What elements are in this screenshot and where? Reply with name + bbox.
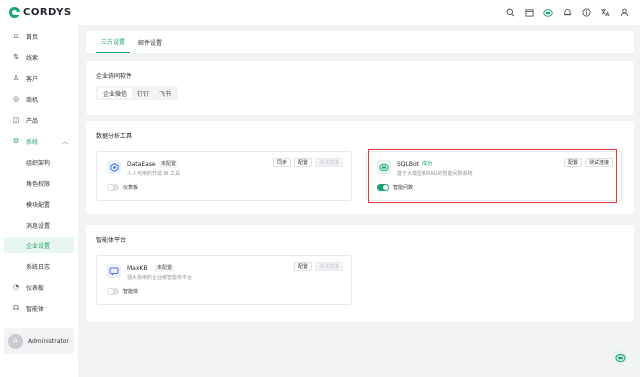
- sidebar-subitem-label: 角色权限: [26, 180, 51, 188]
- product-icon: ◫: [12, 116, 20, 124]
- sync-button[interactable]: 同步: [272, 158, 291, 167]
- user-name: Administrator: [28, 337, 69, 345]
- sidebar-item-label: 产品: [26, 117, 39, 125]
- dataease-icon: [107, 160, 121, 174]
- agent-icon: ☊: [12, 304, 20, 312]
- sidebar-item-label: 系统: [26, 138, 39, 146]
- search-icon[interactable]: [505, 7, 515, 17]
- test-connection-button[interactable]: 测试连接: [314, 158, 343, 167]
- agent-toggle[interactable]: [107, 288, 119, 295]
- collab-segmented-control: 企业微信 钉钉 飞书: [96, 86, 179, 100]
- dataease-card: DataEase 未配置 人人可用的开源 BI 工具 同步 配置 测试连接 仪表…: [96, 151, 352, 201]
- sidebar-subitem-logs[interactable]: 系统日志: [0, 258, 78, 274]
- app-logo[interactable]: CORDYS: [9, 7, 72, 18]
- card-description: 强大易用的企业级智能体平台: [127, 275, 193, 281]
- opportunity-icon: ◎: [12, 95, 20, 103]
- sidebar-item-opportunities[interactable]: ◎ 商机: [0, 91, 78, 107]
- option-dingtalk[interactable]: 钉钉: [132, 88, 154, 98]
- sidebar-subitem-label: 模块配置: [26, 201, 51, 209]
- sidebar-subitem-roles[interactable]: 角色权限: [0, 175, 78, 191]
- calendar-icon[interactable]: [524, 7, 534, 17]
- card-name: MaxKB: [127, 265, 148, 272]
- sqlbot-float-button[interactable]: [613, 350, 627, 364]
- sidebar-subitem-label: 系统日志: [26, 263, 51, 271]
- avatar: A: [8, 333, 23, 349]
- status-badge: 未配置: [159, 161, 179, 168]
- info-icon[interactable]: [581, 7, 591, 17]
- user-profile[interactable]: A Administrator: [4, 328, 74, 354]
- card-description: 人人可用的开源 BI 工具: [127, 171, 181, 177]
- sidebar-subitem-messages[interactable]: 消息设置: [0, 217, 78, 233]
- sidebar-item-agent[interactable]: ☊ 智能体: [0, 300, 78, 316]
- sidebar-subitem-enterprise[interactable]: 企业设置: [4, 237, 74, 253]
- sidebar-item-label: 客户: [26, 75, 39, 83]
- bell-icon[interactable]: [562, 7, 572, 17]
- status-badge: 未配置: [155, 265, 175, 272]
- translate-icon[interactable]: [600, 7, 610, 17]
- section-title: 企业协同软件: [96, 73, 133, 80]
- dashboard-icon: ◔: [12, 283, 20, 291]
- sidebar-item-dashboard[interactable]: ◔ 仪表板: [0, 279, 78, 295]
- sidebar-item-label: 仪表板: [26, 284, 45, 292]
- test-connection-button[interactable]: 测试连接: [314, 262, 343, 271]
- sidebar-item-system[interactable]: ⚙ 系统 ︿: [0, 133, 78, 149]
- sqlbot-icon: [614, 353, 626, 362]
- tab-third-party[interactable]: 三方设置: [96, 31, 131, 53]
- sidebar-item-label: 线索: [26, 54, 39, 62]
- sqlbot-icon[interactable]: [543, 7, 553, 17]
- sidebar-item-customers[interactable]: ♙ 客户: [0, 70, 78, 86]
- logo-icon: [9, 7, 20, 18]
- maxkb-icon: [107, 264, 121, 278]
- maxkb-card: MaxKB 未配置 强大易用的企业级智能体平台 配置 测试连接 智能体: [96, 255, 352, 305]
- sidebar-item-label: 智能体: [26, 305, 45, 313]
- configure-button[interactable]: 配置: [293, 158, 312, 167]
- sidebar-item-home[interactable]: ⌂ 首页: [0, 28, 78, 44]
- settings-tabs: 三方设置 邮件设置: [86, 31, 634, 53]
- lead-icon: ⇅: [13, 53, 19, 61]
- option-wecom[interactable]: 企业微信: [98, 88, 133, 98]
- section-title: 智能体平台: [96, 237, 127, 244]
- sidebar-subitem-org[interactable]: 组织架构: [0, 154, 78, 170]
- chevron-up-icon: ︿: [61, 138, 68, 146]
- sidebar-subitem-label: 组织架构: [26, 159, 51, 167]
- sidebar-subitem-modules[interactable]: 模块配置: [0, 196, 78, 212]
- customer-icon: ♙: [12, 74, 20, 82]
- section-title: 数据分析工具: [96, 133, 133, 140]
- toggle-label: 智能体: [123, 289, 139, 295]
- logo-text: CORDYS: [23, 7, 72, 18]
- sidebar-subitem-label: 消息设置: [26, 222, 51, 230]
- card-name: DataEase: [127, 161, 156, 168]
- top-bar: CORDYS: [0, 0, 640, 25]
- configure-button[interactable]: 配置: [293, 262, 312, 271]
- sidebar-item-label: 商机: [26, 96, 39, 104]
- sidebar-item-products[interactable]: ◫ 产品: [0, 112, 78, 128]
- dashboard-toggle[interactable]: [107, 184, 119, 191]
- option-feishu[interactable]: 飞书: [154, 88, 176, 98]
- agent-panel: 智能体平台 MaxKB 未配置 强大易用的企业级智能体平台 配置 测试连接 智能…: [86, 225, 634, 322]
- home-icon: ⌂: [13, 32, 19, 40]
- user-icon[interactable]: [619, 7, 629, 17]
- highlight-box: [368, 149, 617, 203]
- tab-email[interactable]: 邮件设置: [133, 31, 167, 53]
- collab-panel: 企业协同软件 企业微信 钉钉 飞书: [86, 61, 634, 115]
- settings-icon: ⚙: [12, 137, 20, 145]
- sidebar-item-label: 首页: [26, 33, 39, 41]
- sidebar-item-leads[interactable]: ⇅ 线索: [0, 49, 78, 65]
- toggle-label: 仪表板: [123, 185, 139, 191]
- sidebar-subitem-label: 企业设置: [26, 242, 51, 250]
- sidebar: ⌂ 首页 ⇅ 线索 ♙ 客户 ◎ 商机 ◫ 产品 ⚙ 系统 ︿ 组织架构 角色权…: [0, 25, 78, 377]
